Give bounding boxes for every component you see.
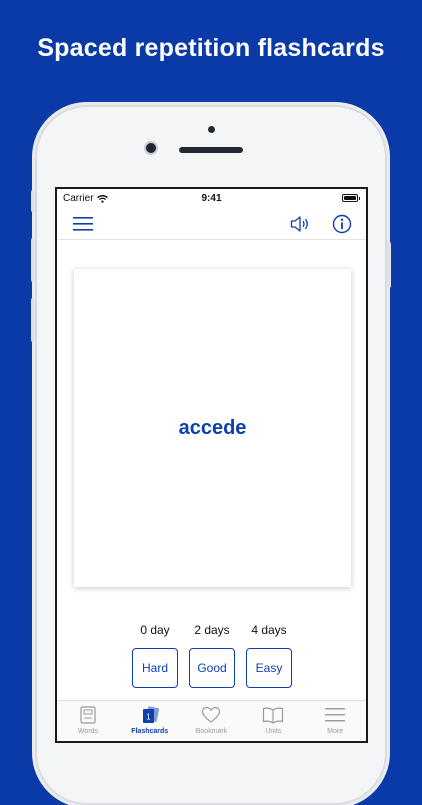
heart-icon [202,706,221,723]
phone-volume-up [31,238,35,282]
nav-bar [57,209,366,240]
flashcards-icon: 1 [142,706,159,723]
tab-bookmark[interactable]: Bookmark [181,701,243,741]
interval-good: 2 days [194,623,230,637]
promo-headline: Spaced repetition flashcards [37,34,385,62]
tab-flashcards[interactable]: 1 Flashcards [119,701,181,741]
tab-label-units: Units [265,728,282,735]
info-button[interactable] [329,211,355,237]
tab-label-bookmark: Bookmark [195,728,228,735]
tab-label-more: More [327,728,344,735]
flashcard-word: accede [178,416,247,439]
easy-button[interactable]: Easy [246,648,292,688]
flashcard[interactable]: accede [74,269,351,587]
app-screen: Carrier 9:41 accede 0 day 2 days 4 days … [55,187,368,743]
proximity-sensor [208,126,215,133]
tab-more[interactable]: More [304,701,366,741]
tab-words[interactable]: Words [57,701,119,741]
info-icon [332,214,352,234]
book-icon [80,706,96,724]
tab-label-flashcards: Flashcards [131,728,169,735]
speaker-icon [290,216,308,232]
sound-button[interactable] [287,211,313,237]
tab-bar: Words 1 Flashcards Bookmark Units More [57,700,366,741]
tab-label-words: Words [77,728,98,735]
battery-icon [342,194,360,202]
status-bar: Carrier 9:41 [57,189,366,209]
good-button[interactable]: Good [189,648,235,688]
hard-button[interactable]: Hard [132,648,178,688]
phone-mute-switch [31,190,35,212]
interval-hard: 0 day [140,623,170,637]
status-time: 9:41 [201,193,222,204]
phone-power-button [387,242,391,288]
menu-lines-icon [325,708,346,722]
menu-button[interactable] [70,211,96,237]
interval-easy: 4 days [251,623,287,637]
hamburger-icon [73,217,93,231]
front-camera [146,143,156,153]
phone-volume-down [31,298,35,342]
flashcards-badge: 1 [146,713,151,722]
earpiece-speaker [179,147,243,153]
open-book-icon [263,707,284,724]
tab-units[interactable]: Units [242,701,304,741]
